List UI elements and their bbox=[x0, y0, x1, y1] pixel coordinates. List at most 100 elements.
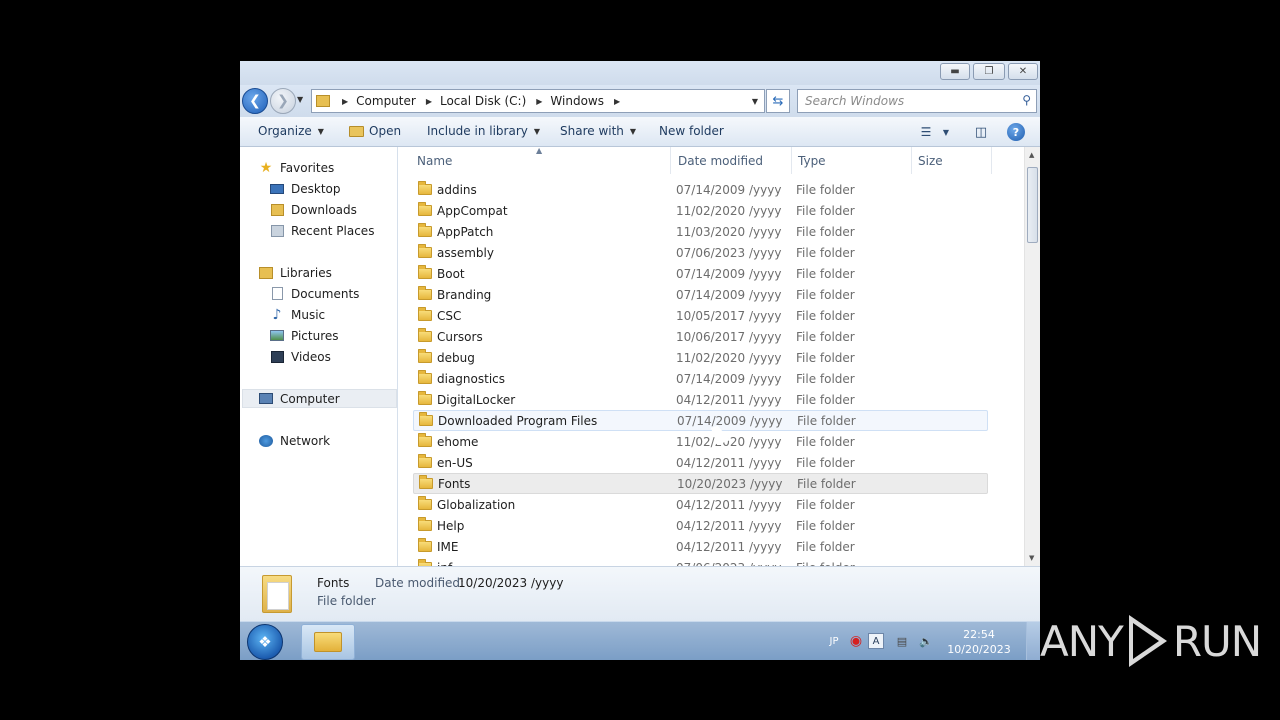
network-status-icon[interactable]: ▤ bbox=[894, 633, 910, 649]
nav-music[interactable]: ♪ Music bbox=[269, 305, 326, 324]
nav-network[interactable]: Network bbox=[258, 431, 330, 450]
scroll-thumb[interactable] bbox=[1027, 167, 1038, 243]
folder-icon bbox=[419, 475, 433, 489]
nav-label: Computer bbox=[280, 391, 340, 406]
breadcrumb-computer[interactable]: Computer bbox=[356, 94, 416, 108]
table-row[interactable]: inf07/06/2023 /yyyyFile folder bbox=[413, 557, 988, 566]
organize-label: Organize bbox=[258, 124, 312, 138]
refresh-button[interactable]: ⇆ bbox=[766, 89, 790, 113]
security-alert-icon[interactable]: ◉ bbox=[848, 633, 864, 649]
nav-pictures[interactable]: Pictures bbox=[269, 326, 339, 345]
volume-icon[interactable]: 🔈 bbox=[918, 633, 934, 649]
taskbar-explorer-button[interactable] bbox=[301, 624, 355, 660]
file-type: File folder bbox=[796, 182, 855, 197]
column-type[interactable]: Type bbox=[792, 147, 912, 174]
file-name: IME bbox=[437, 539, 459, 554]
scroll-up-icon[interactable]: ▲ bbox=[1029, 151, 1034, 159]
column-headers: ▲ Name Date modified Type Size bbox=[399, 147, 1024, 174]
table-row[interactable]: AppCompat 11/02/2020 /yyyy File folder bbox=[413, 200, 988, 221]
breadcrumb-separator-icon[interactable]: ▶ bbox=[614, 97, 620, 106]
file-type: File folder bbox=[796, 203, 855, 218]
nav-desktop[interactable]: Desktop bbox=[269, 179, 341, 198]
new-folder-label: New folder bbox=[659, 124, 724, 138]
vertical-scrollbar[interactable]: ▲ ▼ bbox=[1024, 147, 1040, 566]
nav-label: Network bbox=[280, 433, 331, 448]
organize-button[interactable]: Organize ▼ bbox=[258, 124, 324, 138]
table-row[interactable]: CSC 10/05/2017 /yyyy File folder bbox=[413, 305, 988, 326]
forward-button[interactable]: ❯ bbox=[270, 88, 296, 114]
search-icon[interactable]: ⚲ bbox=[1022, 93, 1031, 107]
nav-recent-places[interactable]: Recent Places bbox=[269, 221, 374, 240]
column-size[interactable]: Size bbox=[912, 147, 992, 174]
restore-button[interactable]: ❐ bbox=[973, 63, 1005, 80]
recent-pages-dropdown-icon[interactable]: ▼ bbox=[297, 95, 303, 104]
address-dropdown-icon[interactable]: ▼ bbox=[752, 97, 758, 106]
large-folder-icon bbox=[262, 575, 292, 613]
nav-downloads[interactable]: Downloads bbox=[269, 200, 357, 219]
nav-libraries[interactable]: Libraries bbox=[258, 263, 332, 282]
table-row[interactable]: DigitalLocker 04/12/2011 /yyyy File folder bbox=[413, 389, 988, 410]
folder-icon bbox=[418, 454, 432, 468]
table-row[interactable]: diagnostics 07/14/2009 /yyyy File folder bbox=[413, 368, 988, 389]
table-row[interactable]: Cursors 10/06/2017 /yyyy File folder bbox=[413, 326, 988, 347]
search-input[interactable]: Search Windows ⚲ bbox=[797, 89, 1037, 113]
file-date: 04/12/2011 /yyyy bbox=[676, 497, 782, 512]
language-indicator[interactable]: JP bbox=[826, 633, 842, 649]
table-row[interactable]: Branding 07/14/2009 /yyyy File folder bbox=[413, 284, 988, 305]
column-date-modified[interactable]: Date modified bbox=[672, 147, 792, 174]
scroll-down-icon[interactable]: ▼ bbox=[1029, 554, 1034, 562]
table-row[interactable]: AppPatch 11/03/2020 /yyyy File folder bbox=[413, 221, 988, 242]
table-row[interactable]: addins 07/14/2009 /yyyy File folder bbox=[413, 179, 988, 200]
open-button[interactable]: Open bbox=[349, 124, 401, 138]
table-row[interactable]: Help 04/12/2011 /yyyy File folder bbox=[413, 515, 988, 536]
nav-videos[interactable]: Videos bbox=[269, 347, 331, 366]
nav-documents[interactable]: Documents bbox=[269, 284, 359, 303]
minimize-button[interactable]: ▬ bbox=[940, 63, 970, 80]
breadcrumb-separator-icon[interactable]: ▶ bbox=[426, 97, 432, 106]
table-row[interactable]: Globalization 04/12/2011 /yyyy File folder bbox=[413, 494, 988, 515]
file-type: File folder bbox=[796, 539, 855, 554]
file-date: 07/14/2009 /yyyy bbox=[676, 371, 782, 386]
breadcrumb-separator-icon[interactable]: ▶ bbox=[536, 97, 542, 106]
table-row[interactable]: Fonts 10/20/2023 /yyyy File folder bbox=[413, 473, 988, 494]
column-name[interactable]: Name bbox=[411, 147, 671, 174]
show-desktop-button[interactable] bbox=[1026, 622, 1040, 660]
table-row[interactable]: ehome 11/02/2020 /yyyy File folder bbox=[413, 431, 988, 452]
nav-label: Documents bbox=[291, 286, 360, 301]
file-name: Fonts bbox=[438, 476, 471, 491]
start-button[interactable]: ❖ bbox=[247, 624, 283, 660]
new-folder-button[interactable]: New folder bbox=[659, 124, 724, 138]
ime-icon[interactable]: A bbox=[868, 633, 884, 649]
view-dropdown-icon[interactable]: ▼ bbox=[940, 123, 952, 141]
breadcrumb-separator-icon[interactable]: ▶ bbox=[342, 97, 348, 106]
view-options-icon[interactable]: ☰ bbox=[917, 123, 935, 141]
table-row[interactable]: en-US 04/12/2011 /yyyy File folder bbox=[413, 452, 988, 473]
preview-pane-icon[interactable]: ◫ bbox=[972, 123, 990, 141]
clock[interactable]: 22:54 10/20/2023 bbox=[944, 627, 1014, 657]
anyrun-watermark: ANY RUN bbox=[1040, 606, 1262, 676]
recent-places-icon bbox=[269, 224, 285, 238]
back-button[interactable]: ❮ bbox=[242, 88, 268, 114]
nav-favorites[interactable]: ★ Favorites bbox=[258, 158, 335, 177]
file-date: 07/14/2009 /yyyy bbox=[676, 182, 782, 197]
breadcrumb-local-disk[interactable]: Local Disk (C:) bbox=[440, 94, 526, 108]
file-date: 04/12/2011 /yyyy bbox=[676, 455, 782, 470]
help-icon[interactable]: ? bbox=[1007, 123, 1025, 141]
address-field[interactable]: ▶ Computer ▶ Local Disk (C:) ▶ Windows ▶… bbox=[311, 89, 765, 113]
table-row[interactable]: Boot 07/14/2009 /yyyy File folder bbox=[413, 263, 988, 284]
file-name: DigitalLocker bbox=[437, 392, 516, 407]
close-button[interactable]: ✕ bbox=[1008, 63, 1038, 80]
breadcrumb-windows[interactable]: Windows bbox=[550, 94, 604, 108]
share-with-button[interactable]: Share with ▼ bbox=[560, 124, 636, 138]
nav-label: Pictures bbox=[291, 328, 339, 343]
downloads-icon bbox=[269, 203, 285, 217]
table-row[interactable]: Downloaded Program Files 07/14/2009 /yyyy… bbox=[413, 410, 988, 431]
nav-computer[interactable]: Computer bbox=[242, 389, 397, 408]
include-in-library-button[interactable]: Include in library ▼ bbox=[427, 124, 540, 138]
documents-icon bbox=[269, 287, 285, 301]
table-row[interactable]: debug 11/02/2020 /yyyy File folder bbox=[413, 347, 988, 368]
file-type: File folder bbox=[796, 497, 855, 512]
table-row[interactable]: IME 04/12/2011 /yyyy File folder bbox=[413, 536, 988, 557]
folder-icon bbox=[316, 95, 330, 107]
table-row[interactable]: assembly 07/06/2023 /yyyy File folder bbox=[413, 242, 988, 263]
